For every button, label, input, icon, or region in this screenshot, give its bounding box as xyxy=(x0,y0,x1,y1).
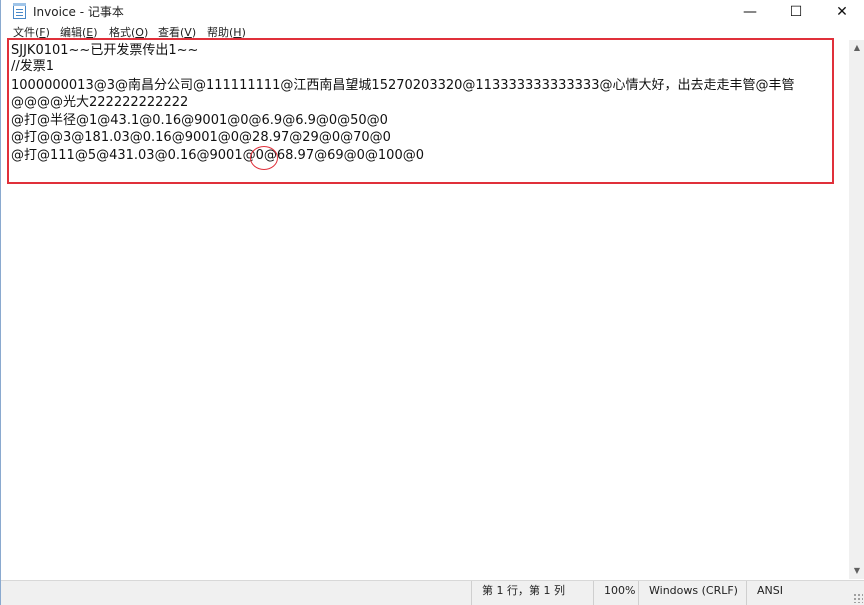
close-button[interactable]: ✕ xyxy=(819,0,864,24)
editor-line: @@@@光大222222222222 xyxy=(11,95,189,110)
editor-line: @打@111@5@431.03@0.16@9001@0@68.97@69@0@1… xyxy=(11,148,424,163)
minimize-button[interactable]: — xyxy=(727,0,773,24)
resize-grip-icon[interactable] xyxy=(853,593,863,603)
notepad-icon xyxy=(13,3,26,19)
menu-bar: 文件(F) 编辑(E) 格式(O) 查看(V) 帮助(H) xyxy=(1,24,864,40)
menu-file[interactable]: 文件(F) xyxy=(13,25,50,40)
scroll-up-icon[interactable]: ▲ xyxy=(849,40,864,56)
encoding: ANSI xyxy=(746,581,851,605)
status-bar: 第 1 行，第 1 列 100% Windows (CRLF) ANSI xyxy=(1,580,864,605)
zoom-level: 100% xyxy=(593,581,638,605)
scroll-down-icon[interactable]: ▼ xyxy=(849,563,864,579)
maximize-button[interactable]: ☐ xyxy=(773,0,819,24)
editor-line: @打@@3@181.03@0.16@9001@0@28.97@29@0@70@0 xyxy=(11,130,391,145)
menu-format[interactable]: 格式(O) xyxy=(109,25,148,40)
menu-help[interactable]: 帮助(H) xyxy=(207,25,246,40)
editor-line: 1000000013@3@南昌分公司@111111111@江西南昌望城15270… xyxy=(11,78,795,93)
line-ending: Windows (CRLF) xyxy=(638,581,746,605)
editor-line: @打@半径@1@43.1@0.16@9001@0@6.9@6.9@0@50@0 xyxy=(11,113,388,128)
editor-line: SJJK0101~~已开发票传出1~~ xyxy=(11,43,199,58)
text-editor-area[interactable]: SJJK0101~~已开发票传出1~~ //发票1 1000000013@3@南… xyxy=(2,40,848,579)
notepad-window: Invoice - 记事本 — ☐ ✕ 文件(F) 编辑(E) 格式(O) 查看… xyxy=(0,0,864,605)
editor-line: //发票1 xyxy=(11,59,55,74)
cursor-position: 第 1 行，第 1 列 xyxy=(471,581,593,605)
menu-view[interactable]: 查看(V) xyxy=(158,25,196,40)
window-title: Invoice - 记事本 xyxy=(33,5,124,19)
vertical-scrollbar[interactable]: ▲ ▼ xyxy=(849,40,864,579)
title-bar[interactable]: Invoice - 记事本 — ☐ ✕ xyxy=(1,0,864,24)
menu-edit[interactable]: 编辑(E) xyxy=(60,25,98,40)
